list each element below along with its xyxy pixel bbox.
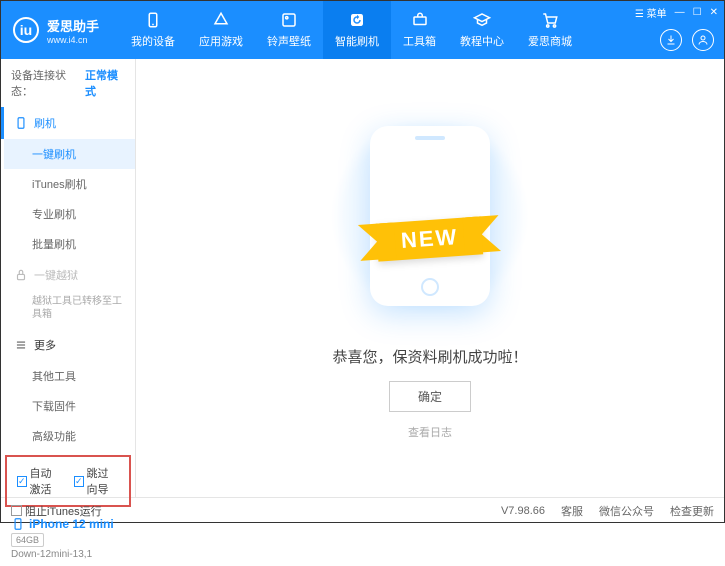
nav-tutorial[interactable]: 教程中心 (448, 1, 516, 59)
main-content: NEW 恭喜您，保资料刷机成功啦！ 确定 查看日志 (136, 59, 724, 497)
minimize-icon[interactable]: — (675, 7, 685, 18)
nav-toolbox[interactable]: 工具箱 (391, 1, 448, 59)
device-capacity: 64GB (11, 533, 44, 547)
sidebar-header-flash[interactable]: 刷机 (1, 107, 135, 139)
sidebar-header-label: 更多 (34, 337, 56, 353)
appstore-icon (212, 11, 230, 29)
sidebar-header-label: 一键越狱 (34, 267, 78, 283)
image-icon (280, 11, 298, 29)
cart-icon (541, 11, 559, 29)
nav-label: 我的设备 (131, 33, 175, 49)
device-sub: Down-12mini-13,1 (11, 549, 125, 560)
list-icon (14, 338, 28, 352)
conn-label: 设备连接状态： (11, 67, 81, 99)
success-illustration: NEW (330, 116, 530, 316)
sidebar-item-advanced[interactable]: 高级功能 (4, 421, 135, 451)
sidebar-item-download-firmware[interactable]: 下载固件 (4, 391, 135, 421)
refresh-icon (348, 11, 366, 29)
options-highlight-box: ✓ 自动激活 ✓ 跳过向导 (5, 455, 131, 507)
toolbox-icon (411, 11, 429, 29)
checkbox-block-itunes[interactable]: 阻止iTunes运行 (11, 503, 102, 519)
close-icon[interactable]: ✕ (710, 7, 718, 18)
app-logo-icon: iu (13, 17, 39, 43)
device-name[interactable]: iPhone 12 mini (11, 517, 125, 531)
menu-icon[interactable]: ☰ 菜单 (635, 5, 667, 20)
nav-label: 爱思商城 (528, 33, 572, 49)
nav-label: 应用游戏 (199, 33, 243, 49)
jailbreak-note: 越狱工具已转移至工具箱 (4, 291, 135, 329)
check-icon: ✓ (17, 476, 27, 487)
checkbox-auto-activate[interactable]: ✓ 自动激活 (17, 465, 62, 497)
window-controls: ☰ 菜单 — ☐ ✕ (635, 5, 718, 20)
graduation-icon (473, 11, 491, 29)
sidebar-item-itunes-flash[interactable]: iTunes刷机 (4, 169, 135, 199)
sidebar-header-label: 刷机 (34, 115, 56, 131)
checkbox-label: 自动激活 (30, 465, 62, 497)
sidebar-item-oneclick-flash[interactable]: 一键刷机 (4, 139, 135, 169)
check-icon: ✓ (74, 476, 84, 487)
checkbox-label: 阻止iTunes运行 (25, 503, 102, 519)
connection-status: 设备连接状态： 正常模式 (1, 59, 135, 107)
nav-store[interactable]: 爱思商城 (516, 1, 584, 59)
sidebar: 设备连接状态： 正常模式 刷机 一键刷机 iTunes刷机 专业刷机 批量刷机 … (1, 59, 136, 497)
view-log-link[interactable]: 查看日志 (408, 424, 452, 440)
nav-label: 工具箱 (403, 33, 436, 49)
phone-icon (144, 11, 162, 29)
checkbox-label: 跳过向导 (87, 465, 119, 497)
checkbox-icon (11, 505, 22, 516)
ok-button[interactable]: 确定 (389, 381, 471, 412)
app-title: 爱思助手 (47, 16, 99, 35)
phone-flash-icon (14, 116, 28, 130)
wechat-link[interactable]: 微信公众号 (599, 503, 654, 519)
version-label: V7.98.66 (501, 505, 545, 517)
checkbox-skip-guide[interactable]: ✓ 跳过向导 (74, 465, 119, 497)
phone-icon (11, 517, 25, 531)
customer-service-link[interactable]: 客服 (561, 503, 583, 519)
lock-icon (14, 268, 28, 282)
nav-apps-games[interactable]: 应用游戏 (187, 1, 255, 59)
app-url: www.i4.cn (47, 35, 99, 45)
sidebar-header-jailbreak[interactable]: 一键越狱 (4, 259, 135, 291)
main-nav: 我的设备 应用游戏 铃声壁纸 智能刷机 工具箱 教程中心 爱思商城 (119, 1, 584, 59)
nav-label: 铃声壁纸 (267, 33, 311, 49)
user-button[interactable] (692, 29, 714, 51)
device-info: iPhone 12 mini 64GB Down-12mini-13,1 (1, 511, 135, 566)
nav-smart-flash[interactable]: 智能刷机 (323, 1, 391, 59)
sidebar-item-batch-flash[interactable]: 批量刷机 (4, 229, 135, 259)
sidebar-header-more[interactable]: 更多 (4, 329, 135, 361)
success-message: 恭喜您，保资料刷机成功啦！ (332, 346, 527, 367)
sidebar-item-pro-flash[interactable]: 专业刷机 (4, 199, 135, 229)
nav-label: 智能刷机 (335, 33, 379, 49)
check-update-link[interactable]: 检查更新 (670, 503, 714, 519)
download-button[interactable] (660, 29, 682, 51)
nav-my-device[interactable]: 我的设备 (119, 1, 187, 59)
nav-label: 教程中心 (460, 33, 504, 49)
sidebar-item-other-tools[interactable]: 其他工具 (4, 361, 135, 391)
nav-ringtone-wallpaper[interactable]: 铃声壁纸 (255, 1, 323, 59)
conn-value: 正常模式 (85, 67, 125, 99)
maximize-icon[interactable]: ☐ (693, 7, 702, 18)
new-ribbon: NEW (376, 216, 484, 261)
logo-area: iu 爱思助手 www.i4.cn (1, 16, 111, 45)
app-header: iu 爱思助手 www.i4.cn 我的设备 应用游戏 铃声壁纸 智能刷机 工具… (1, 1, 724, 59)
